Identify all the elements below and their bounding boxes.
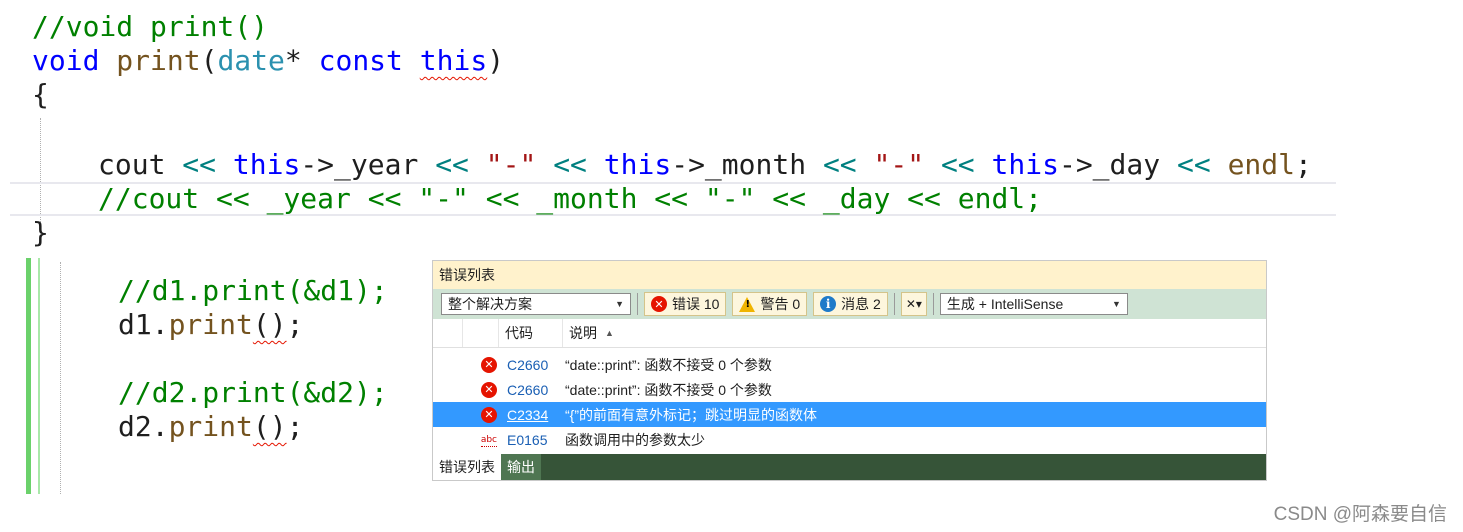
column-code-label: 代码 <box>505 325 533 341</box>
column-header-code[interactable]: 代码 <box>499 319 563 347</box>
operator: << <box>182 148 217 181</box>
error-list-toolbar: 整个解决方案 ▼ ✕ 错误 10 ! 警告 0 i 消息 2 ✕▾ 生成 + I… <box>433 289 1266 319</box>
indent-guide <box>40 118 41 224</box>
filter-button[interactable]: ✕▾ <box>900 292 927 316</box>
error-description: 函数调用中的参数太少 <box>565 431 705 448</box>
sort-ascending-icon: ▲ <box>605 328 614 338</box>
scope-dropdown[interactable]: 整个解决方案 ▼ <box>441 293 631 315</box>
info-icon: i <box>820 296 837 312</box>
error-icon: ✕ <box>651 296 667 312</box>
code-line-10: d1.print(); <box>118 308 303 342</box>
code-line-7: } <box>32 216 49 249</box>
operator: << <box>553 148 587 181</box>
code-line-2: void print(date* const this) <box>32 44 504 78</box>
error-code-link[interactable]: E0165 <box>499 432 563 448</box>
error-row[interactable]: ✕ C2660 “date::print”: 函数不接受 0 个参数 <box>433 352 1266 377</box>
column-header-icon[interactable] <box>463 319 499 347</box>
errors-filter-button[interactable]: ✕ 错误 10 <box>644 292 727 316</box>
column-desc-label: 说明 <box>569 325 597 341</box>
messages-filter-button[interactable]: i 消息 2 <box>813 292 888 316</box>
column-header-category[interactable] <box>433 319 463 347</box>
keyword-this-error: this <box>419 44 488 77</box>
code-line-5: cout << this->_year << "-" << this->_mon… <box>98 148 1312 182</box>
errors-count-label: 错误 10 <box>672 296 720 312</box>
tab-output[interactable]: 输出 <box>501 454 541 480</box>
semicolon: ; <box>286 308 304 341</box>
change-tracking-bar <box>26 258 31 494</box>
operator: << <box>1176 148 1211 181</box>
code-line-3: { <box>32 78 49 111</box>
identifier: d2. <box>118 410 169 443</box>
toolbar-separator <box>932 293 934 315</box>
function-name: print <box>168 308 253 341</box>
chevron-down-icon: ▼ <box>1112 299 1121 309</box>
error-description: “date::print”: 函数不接受 0 个参数 <box>565 356 772 373</box>
code-line-12: //d2.print(&d2); <box>118 376 388 409</box>
error-description: “{”的前面有意外标记；跳过明显的函数体 <box>565 406 817 423</box>
watermark: CSDN @阿森要自信 <box>1273 504 1447 525</box>
tab-error-list[interactable]: 错误列表 <box>433 454 501 480</box>
paren: ( <box>200 44 218 77</box>
build-source-dropdown[interactable]: 生成 + IntelliSense ▼ <box>939 293 1128 315</box>
code-line-6: //cout << _year << "-" << _month << "-" … <box>98 182 1043 215</box>
endl: endl <box>1227 148 1295 181</box>
member: ->_day <box>1058 148 1161 181</box>
build-source-value: 生成 + IntelliSense <box>946 296 1064 312</box>
error-code-link[interactable]: C2334 <box>499 407 563 423</box>
error-description: “date::print”: 函数不接受 0 个参数 <box>565 381 772 398</box>
code-line-9: //d1.print(&d1); <box>118 274 388 307</box>
panel-tabs: 错误列表 输出 <box>433 454 1266 480</box>
operator: << <box>435 148 469 181</box>
filter-icon: ✕▾ <box>905 297 922 311</box>
error-icon: ✕ <box>481 381 497 398</box>
warnings-filter-button[interactable]: ! 警告 0 <box>732 292 808 316</box>
pointer-star: * <box>284 44 319 77</box>
error-icon: ✕ <box>481 406 497 423</box>
string: "-" <box>873 148 925 181</box>
error-row-selected[interactable]: ✕ C2334 “{”的前面有意外标记；跳过明显的函数体 <box>433 402 1266 427</box>
panel-title: 错误列表 <box>433 261 1266 289</box>
indent-guide <box>60 262 61 494</box>
code-line-13: d2.print(); <box>118 410 303 444</box>
messages-count-label: 消息 2 <box>841 296 881 312</box>
type-name: date <box>217 44 285 77</box>
identifier: cout <box>98 148 166 181</box>
string: "-" <box>485 148 537 181</box>
args-error: () <box>252 308 287 341</box>
error-rows: ✕ C2660 “date::print”: 函数不接受 0 个参数 ✕ C26… <box>433 352 1266 452</box>
paren: ) <box>487 44 505 77</box>
error-list-panel: 错误列表 整个解决方案 ▼ ✕ 错误 10 ! 警告 0 i 消息 2 ✕▾ 生… <box>432 260 1267 481</box>
error-code-link[interactable]: C2660 <box>499 357 563 373</box>
column-header-description[interactable]: 说明 ▲ <box>563 323 614 343</box>
semicolon: ; <box>286 410 304 443</box>
keyword-this: this <box>603 148 672 181</box>
scope-dropdown-value: 整个解决方案 <box>448 296 532 312</box>
code-line-1: //void print() <box>32 10 269 43</box>
warnings-count-label: 警告 0 <box>760 296 801 312</box>
keyword-this: this <box>232 148 301 181</box>
chevron-down-icon: ▼ <box>615 299 624 309</box>
error-code-link[interactable]: C2660 <box>499 382 563 398</box>
error-row[interactable]: ✕ C2660 “date::print”: 函数不接受 0 个参数 <box>433 377 1266 402</box>
toolbar-separator <box>637 293 638 315</box>
function-name: print <box>116 44 201 77</box>
semicolon: ; <box>1295 148 1312 181</box>
toolbar-separator <box>893 293 895 315</box>
warning-icon: ! <box>739 296 756 312</box>
operator: << <box>822 148 857 181</box>
error-icon: ✕ <box>481 356 497 373</box>
keyword-this: this <box>991 148 1059 181</box>
member: ->_month <box>671 148 807 181</box>
identifier: d1. <box>118 308 169 341</box>
member: ->_year <box>300 148 419 181</box>
keyword-const: const <box>318 44 403 77</box>
change-tracking-bar <box>38 258 40 494</box>
error-list-header: 代码 说明 ▲ <box>433 319 1266 348</box>
keyword-void: void <box>32 44 100 77</box>
intellisense-abc-icon: abc <box>480 434 498 447</box>
error-row[interactable]: abc E0165 函数调用中的参数太少 <box>433 427 1266 452</box>
args-error: () <box>252 410 287 443</box>
function-name: print <box>168 410 253 443</box>
operator: << <box>940 148 975 181</box>
